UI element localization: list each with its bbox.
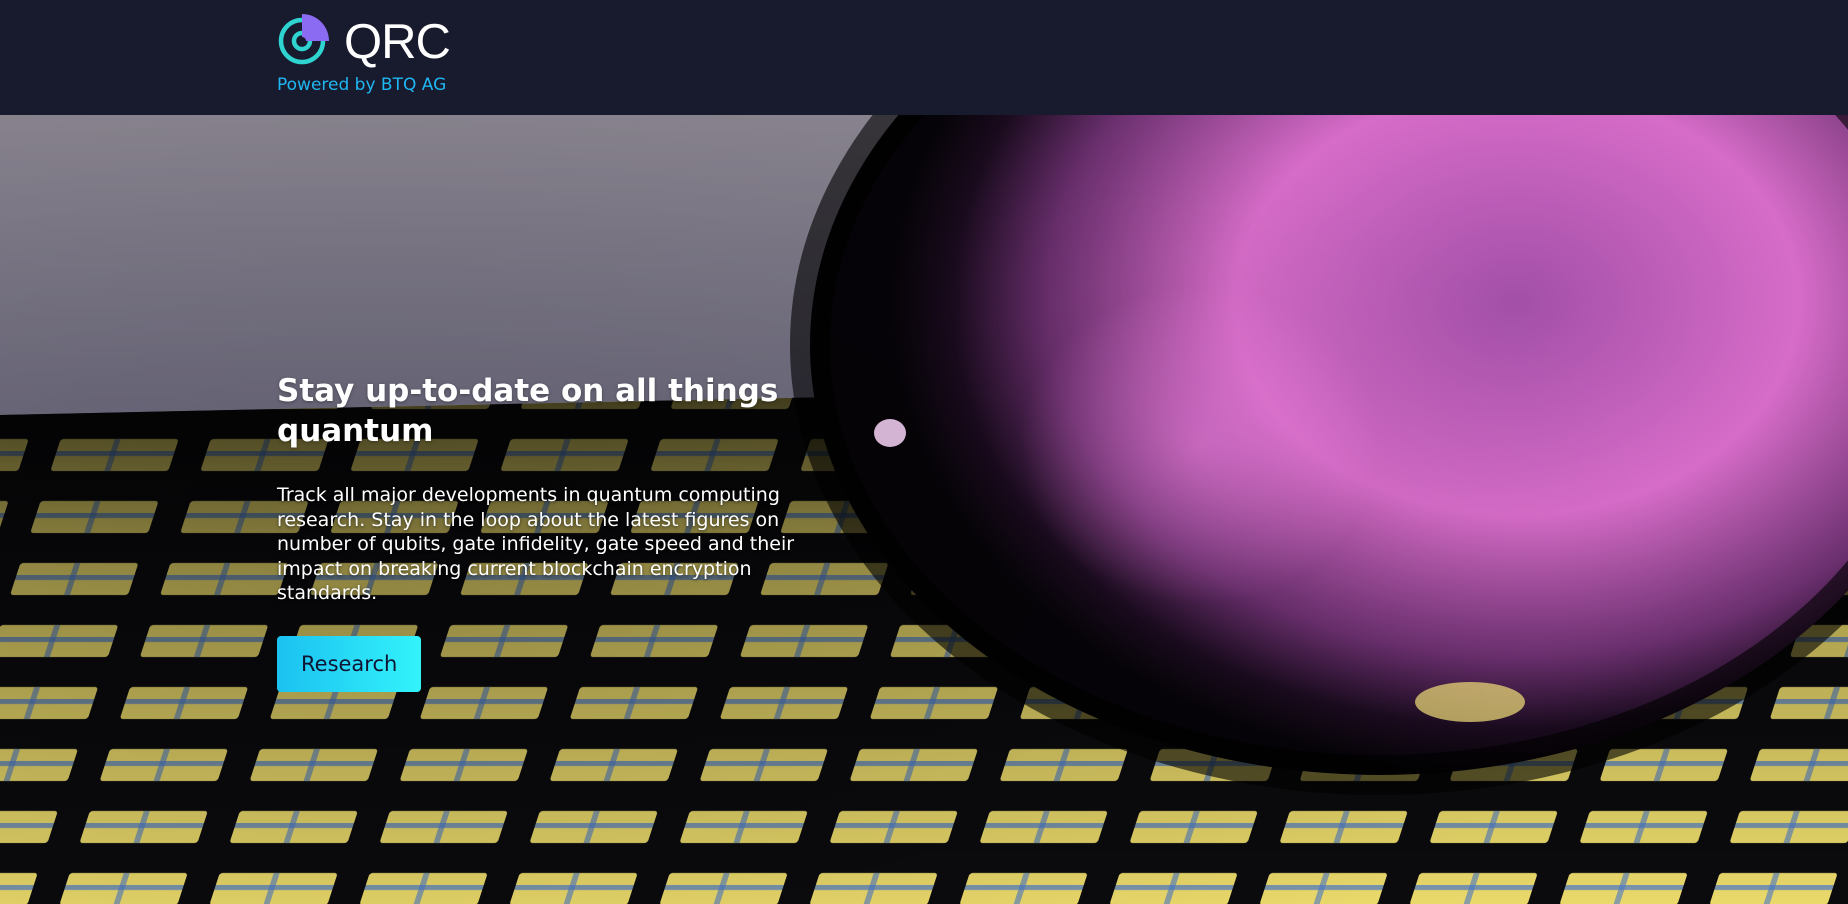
hero-description: Track all major developments in quantum …: [277, 484, 795, 604]
qrc-logo-icon: [278, 14, 329, 65]
hero-section: Stay up-to-date on all things quantum Tr…: [0, 115, 1848, 904]
hero-content: Stay up-to-date on all things quantum Tr…: [277, 371, 797, 692]
research-button[interactable]: Research: [277, 635, 422, 692]
hero-title: Stay up-to-date on all things quantum: [277, 373, 779, 449]
powered-by-tagline: Powered by BTQ AG: [277, 75, 447, 95]
brand-home-link[interactable]: QRC Powered by BTQ AG: [277, 10, 477, 100]
site-header: QRC Powered by BTQ AG: [0, 0, 1848, 115]
logo-text: QRC: [344, 15, 451, 69]
